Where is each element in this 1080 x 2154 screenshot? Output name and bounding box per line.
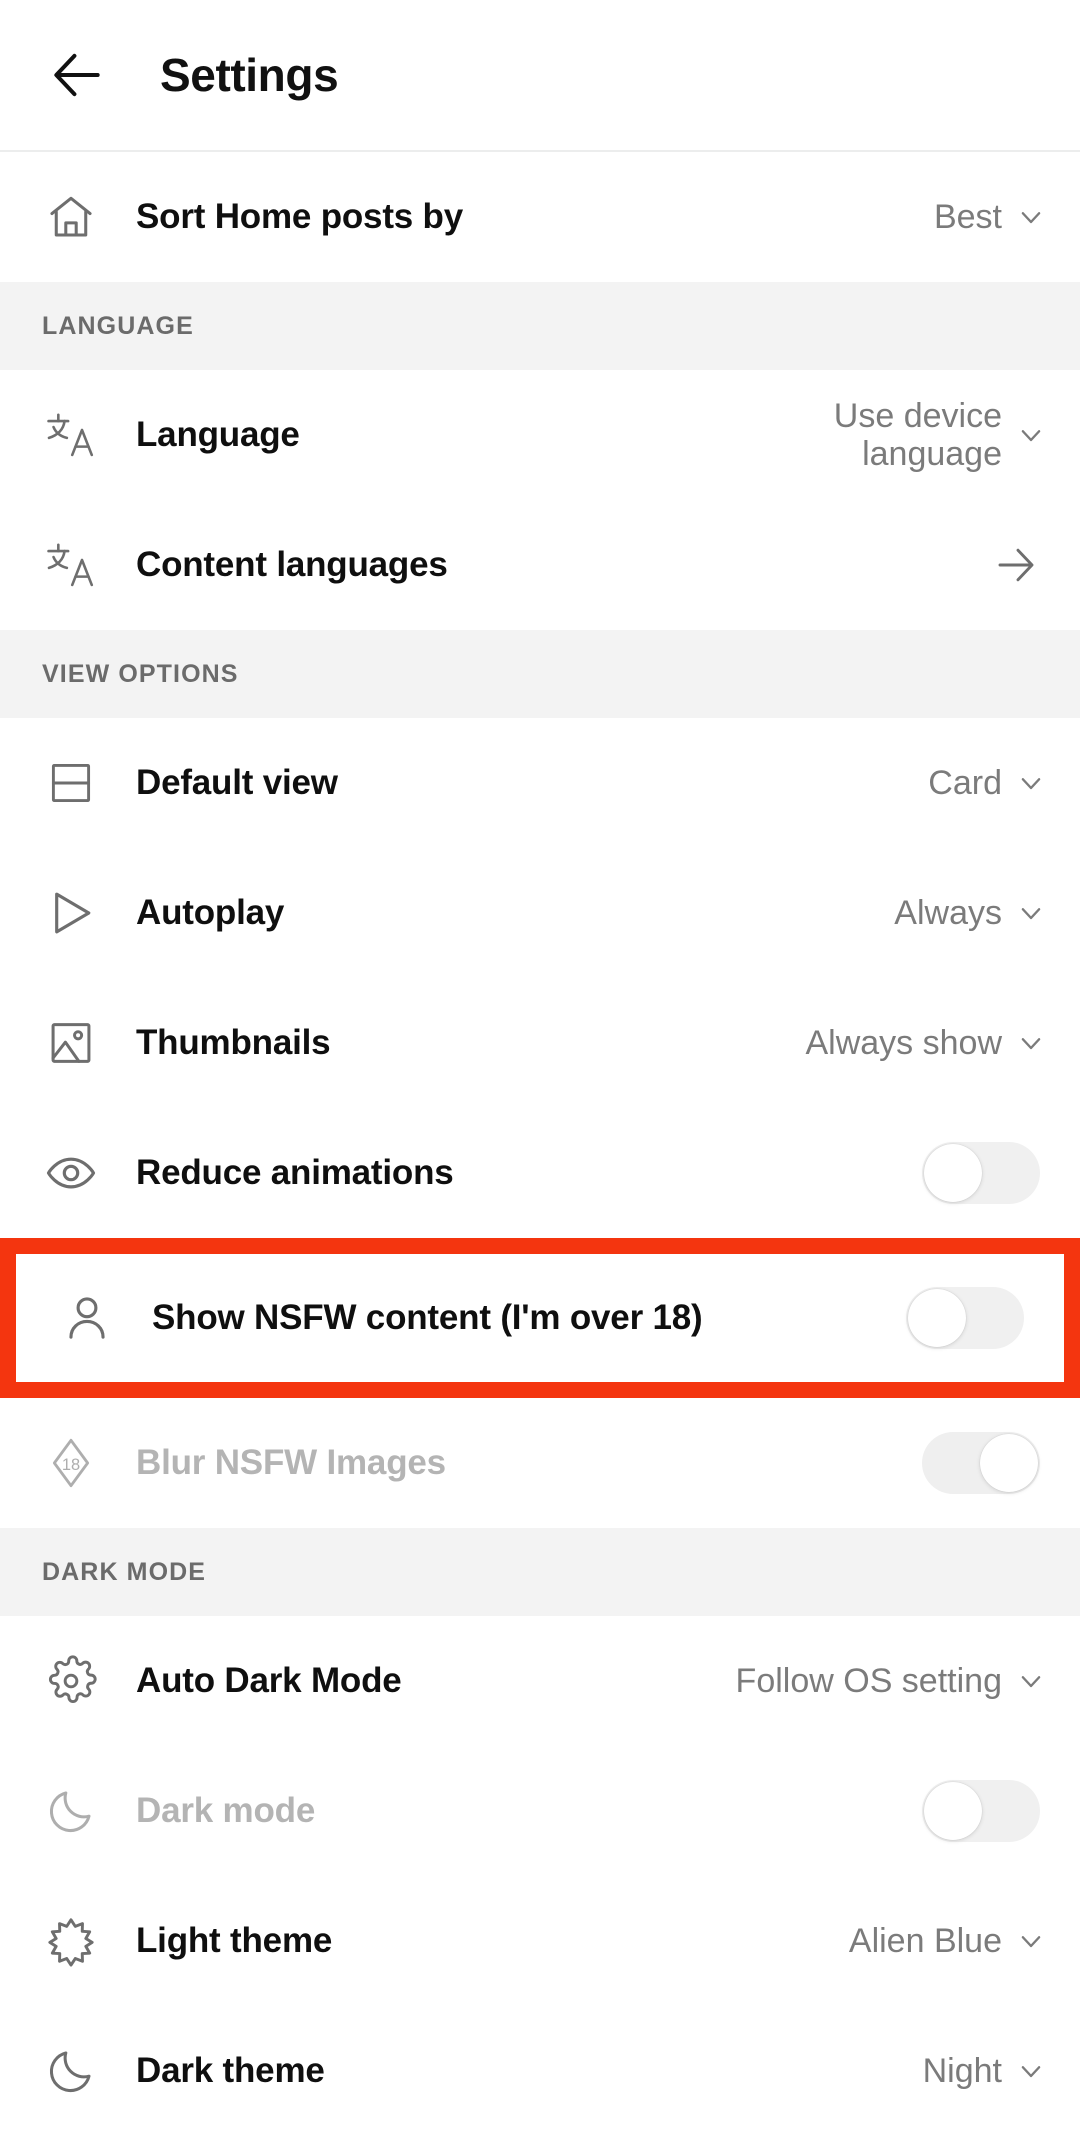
chevron-down-icon	[1016, 202, 1046, 232]
settings-row-label: Light theme	[136, 1921, 333, 1960]
show-nsfw-content-toggle[interactable]	[906, 1287, 1024, 1349]
light-theme-dropdown[interactable]: Alien Blue	[849, 1922, 1046, 1960]
settings-row-label: Reduce animations	[136, 1153, 454, 1192]
settings-row-label: Dark theme	[136, 2051, 325, 2090]
dark-theme-dropdown[interactable]: Night	[923, 2052, 1046, 2090]
settings-row-label: Sort Home posts by	[136, 197, 464, 236]
settings-row-value: Use device language	[833, 396, 1002, 473]
settings-row-value: Best	[933, 197, 1002, 236]
settings-row-label: Default view	[136, 763, 338, 802]
moon-icon	[42, 1782, 100, 1840]
default-view-dropdown[interactable]: Card	[928, 764, 1046, 802]
section-header-label: VIEW OPTIONS	[42, 659, 239, 688]
moon-icon	[42, 2042, 100, 2100]
blur-nsfw-images-toggle	[922, 1432, 1040, 1494]
eighteen-badge-icon: 18	[42, 1434, 100, 1492]
settings-row-language[interactable]: Language Use device language	[0, 370, 1080, 500]
toggle-knob	[908, 1289, 966, 1347]
settings-row-label: Autoplay	[136, 893, 285, 932]
settings-row-value: Night	[922, 2051, 1002, 2090]
settings-row-sort-home-posts-by[interactable]: Sort Home posts by Best	[0, 152, 1080, 282]
chevron-down-icon	[1016, 2056, 1046, 2086]
settings-row-label: Thumbnails	[136, 1023, 331, 1062]
autoplay-dropdown[interactable]: Always	[894, 894, 1046, 932]
settings-row-label: Blur NSFW Images	[136, 1443, 446, 1482]
section-header-label: DARK MODE	[42, 1557, 207, 1586]
section-header-label: LANGUAGE	[42, 311, 194, 340]
settings-row-autoplay[interactable]: Autoplay Always	[0, 848, 1080, 978]
eye-icon	[42, 1144, 100, 1202]
chevron-down-icon	[1016, 1028, 1046, 1058]
settings-row-auto-dark-mode[interactable]: Auto Dark Mode Follow OS setting	[0, 1616, 1080, 1746]
home-icon	[42, 188, 100, 246]
chevron-down-icon	[1016, 1926, 1046, 1956]
app-header: Settings	[0, 0, 1080, 152]
play-icon	[42, 884, 100, 942]
translate-icon	[42, 406, 100, 464]
card-view-icon	[42, 754, 100, 812]
section-header-language: LANGUAGE	[0, 282, 1080, 370]
settings-row-label: Show NSFW content (I'm over 18)	[152, 1298, 703, 1337]
arrow-left-icon	[54, 53, 100, 97]
highlight-box-show-nsfw-content: Show NSFW content (I'm over 18)	[0, 1238, 1080, 1398]
settings-row-default-view[interactable]: Default view Card	[0, 718, 1080, 848]
reduce-animations-toggle[interactable]	[922, 1142, 1040, 1204]
section-header-view-options: VIEW OPTIONS	[0, 630, 1080, 718]
settings-row-blur-nsfw-images: 18 Blur NSFW Images	[0, 1398, 1080, 1528]
section-header-dark-mode: DARK MODE	[0, 1528, 1080, 1616]
arrow-right-icon[interactable]	[992, 541, 1040, 589]
chevron-down-icon	[1016, 768, 1046, 798]
settings-row-content-languages[interactable]: Content languages	[0, 500, 1080, 630]
toggle-knob	[924, 1144, 982, 1202]
settings-row-value: Follow OS setting	[735, 1661, 1002, 1700]
chevron-down-icon	[1016, 898, 1046, 928]
settings-row-label: Dark mode	[136, 1791, 316, 1830]
bottom-spacer	[0, 2136, 1080, 2154]
settings-row-value: Always	[894, 893, 1002, 932]
sort-home-posts-by-dropdown[interactable]: Best	[934, 198, 1046, 236]
settings-row-show-nsfw-content[interactable]: Show NSFW content (I'm over 18)	[16, 1254, 1064, 1382]
page-title: Settings	[160, 49, 339, 101]
settings-row-reduce-animations[interactable]: Reduce animations	[0, 1108, 1080, 1238]
toggle-knob	[980, 1434, 1038, 1492]
settings-row-thumbnails[interactable]: Thumbnails Always show	[0, 978, 1080, 1108]
settings-row-value: Always show	[805, 1023, 1002, 1062]
image-icon	[42, 1014, 100, 1072]
person-icon	[58, 1289, 116, 1347]
settings-row-light-theme[interactable]: Light theme Alien Blue	[0, 1876, 1080, 2006]
settings-row-label: Content languages	[136, 545, 448, 584]
sun-icon	[42, 1912, 100, 1970]
chevron-down-icon	[1016, 420, 1046, 450]
toggle-knob	[924, 1782, 982, 1840]
translate-icon	[42, 536, 100, 594]
settings-row-label: Auto Dark Mode	[136, 1661, 402, 1700]
settings-row-value: Card	[928, 763, 1002, 802]
auto-dark-mode-dropdown[interactable]: Follow OS setting	[736, 1662, 1046, 1700]
gear-icon	[42, 1652, 100, 1710]
language-dropdown[interactable]: Use device language	[752, 397, 1046, 473]
svg-text:18: 18	[62, 1456, 80, 1474]
dark-mode-toggle	[922, 1780, 1040, 1842]
chevron-down-icon	[1016, 1666, 1046, 1696]
thumbnails-dropdown[interactable]: Always show	[805, 1024, 1046, 1062]
back-button[interactable]	[46, 44, 108, 106]
settings-row-label: Language	[136, 415, 300, 454]
settings-row-dark-theme[interactable]: Dark theme Night	[0, 2006, 1080, 2136]
settings-row-dark-mode: Dark mode	[0, 1746, 1080, 1876]
settings-row-value: Alien Blue	[848, 1921, 1002, 1960]
